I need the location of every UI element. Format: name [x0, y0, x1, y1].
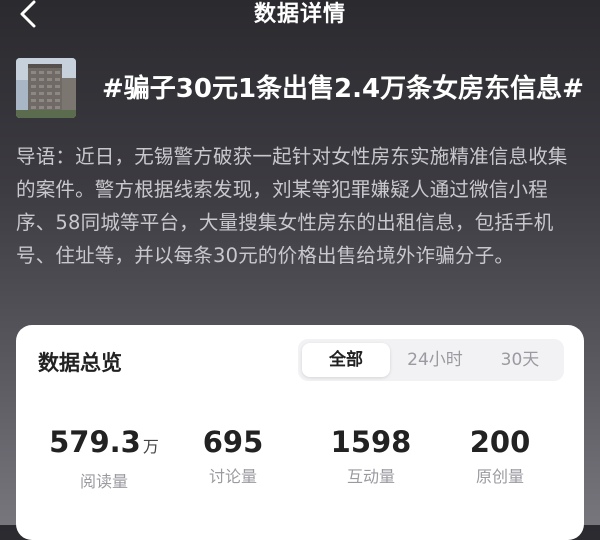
stat-label: 讨论量	[208, 467, 257, 486]
stat-label: 互动量	[346, 467, 395, 486]
overview-card: 数据总览 全部 24小时 30天 579.3 万 阅读量 695 讨论量 1598…	[16, 325, 584, 540]
stat-reads: 579.3 万 阅读量	[44, 425, 164, 492]
stat-unit: 万	[142, 437, 159, 456]
overview-title: 数据总览	[38, 351, 122, 375]
top-bar: 数据详情	[0, 0, 600, 34]
tab-30d[interactable]: 30天	[480, 343, 560, 377]
stat-original: 200 原创量	[450, 425, 550, 487]
topic-thumbnail	[16, 58, 76, 118]
time-range-tabs: 全部 24小时 30天	[298, 339, 564, 381]
stat-interactions: 1598 互动量	[316, 425, 426, 487]
stat-value: 200	[469, 425, 531, 459]
stat-label: 原创量	[475, 467, 524, 486]
stat-value: 579.3 万	[49, 425, 159, 459]
tab-all[interactable]: 全部	[302, 343, 390, 377]
stat-label: 阅读量	[79, 472, 128, 491]
stat-value: 695	[202, 425, 264, 459]
stat-value: 1598	[330, 425, 412, 459]
stat-discussions: 695 讨论量	[188, 425, 278, 487]
page-title: 数据详情	[253, 2, 346, 27]
tab-24h[interactable]: 24小时	[392, 343, 478, 377]
topic-title[interactable]: #骗子30元1条出售2.4万条女房东信息#	[102, 72, 584, 106]
topic-header: #骗子30元1条出售2.4万条女房东信息#	[16, 58, 584, 120]
intro-text: 导语：近日，无锡警方破获一起针对女性房东实施精准信息收集的案件。警方根据线索发现…	[16, 145, 568, 267]
